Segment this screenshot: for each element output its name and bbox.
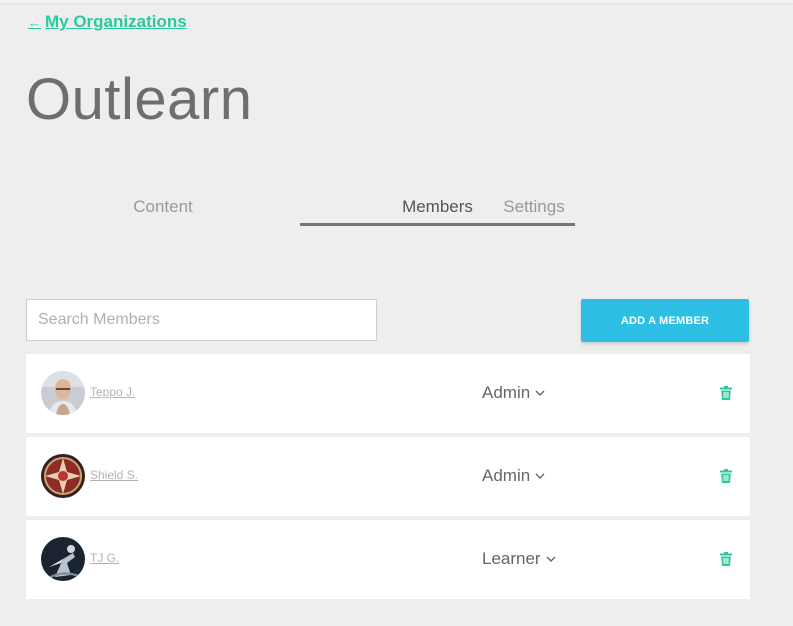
avatar	[41, 537, 85, 581]
avatar	[41, 454, 85, 498]
tab-bar: Content Members Settings	[26, 188, 793, 228]
member-name[interactable]: Teppo J.	[90, 385, 135, 399]
avatar	[41, 371, 85, 415]
member-row: Teppo J. Admin	[26, 354, 750, 433]
member-row: TJ G. Learner	[26, 520, 750, 599]
trash-icon[interactable]	[720, 469, 732, 483]
role-dropdown[interactable]: Admin	[482, 466, 545, 486]
role-label: Learner	[482, 549, 541, 568]
trash-icon[interactable]	[720, 386, 732, 400]
back-arrow-icon: ←	[28, 14, 41, 30]
chevron-down-icon	[546, 556, 556, 562]
active-tab-indicator	[300, 223, 575, 226]
member-name[interactable]: Shield S.	[90, 468, 138, 482]
page-title: Outlearn	[26, 67, 253, 132]
role-dropdown[interactable]: Admin	[482, 383, 545, 403]
member-name[interactable]: TJ G.	[90, 551, 119, 565]
add-member-button[interactable]: ADD A MEMBER	[581, 299, 749, 342]
back-to-organizations-link[interactable]: ← My Organizations	[28, 12, 187, 32]
trash-icon[interactable]	[720, 552, 732, 566]
chevron-down-icon	[535, 390, 545, 396]
tab-settings[interactable]: Settings	[397, 188, 671, 226]
tab-content[interactable]: Content	[26, 188, 300, 226]
member-row: Shield S. Admin	[26, 437, 750, 516]
role-label: Admin	[482, 466, 531, 485]
search-members-input[interactable]	[26, 299, 377, 341]
role-label: Admin	[482, 383, 531, 402]
top-bar	[0, 0, 793, 3]
chevron-down-icon	[535, 473, 545, 479]
role-dropdown[interactable]: Learner	[482, 549, 556, 569]
back-link-label: My Organizations	[45, 12, 187, 31]
